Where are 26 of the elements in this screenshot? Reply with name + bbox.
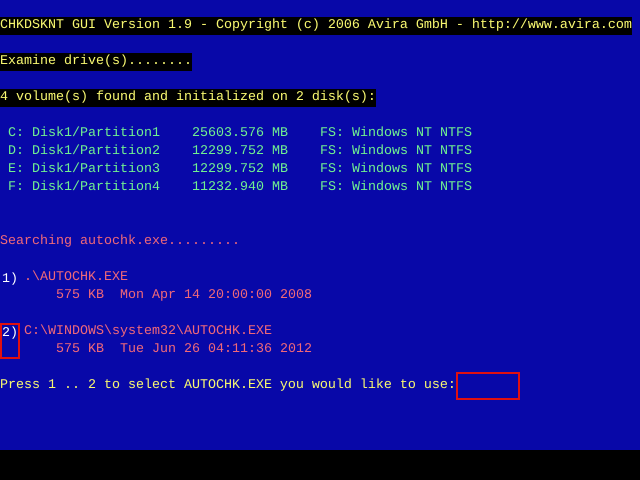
- volume-size: 12299.752 MB: [191, 143, 288, 161]
- drive-letter: C:: [8, 125, 25, 143]
- drive-letter: D:: [8, 143, 25, 161]
- partition-path: Disk1/Partition1: [32, 125, 161, 143]
- option-number: 2): [0, 323, 20, 359]
- volume-size: 11232.940 MB: [191, 179, 288, 197]
- drive-letter: F:: [8, 179, 25, 197]
- file-details: 575 KB Tue Jun 26 04:11:36 2012: [55, 341, 312, 359]
- drive-letter: E:: [8, 161, 25, 179]
- file-system: FS: Windows NT NTFS: [320, 143, 472, 161]
- volume-size: 25603.576 MB: [191, 125, 288, 143]
- search-status: Searching autochk.exe.........: [0, 233, 240, 251]
- input-field[interactable]: [456, 372, 520, 400]
- file-path: .\AUTOCHK.EXE: [24, 269, 129, 287]
- partition-path: Disk1/Partition4: [32, 179, 161, 197]
- file-system: FS: Windows NT NTFS: [320, 179, 472, 197]
- file-system: FS: Windows NT NTFS: [320, 161, 472, 179]
- partition-path: Disk1/Partition2: [32, 143, 161, 161]
- volume-size: 12299.752 MB: [191, 161, 288, 179]
- header-title: CHKDSKNT GUI Version 1.9 - Copyright (c) 2006 Avira GmbH - http://www.avira.com: [0, 17, 632, 35]
- partition-path: Disk1/Partition3: [32, 161, 161, 179]
- prompt-text: Press 1 .. 2 to select AUTOCHK.EXE you would like to use:: [0, 377, 456, 395]
- file-system: FS: Windows NT NTFS: [320, 125, 472, 143]
- option-number: 1): [1, 271, 19, 289]
- file-path: C:\WINDOWS\system32\AUTOCHK.EXE: [24, 323, 273, 341]
- file-details: 575 KB Mon Apr 14 20:00:00 2008: [55, 287, 312, 305]
